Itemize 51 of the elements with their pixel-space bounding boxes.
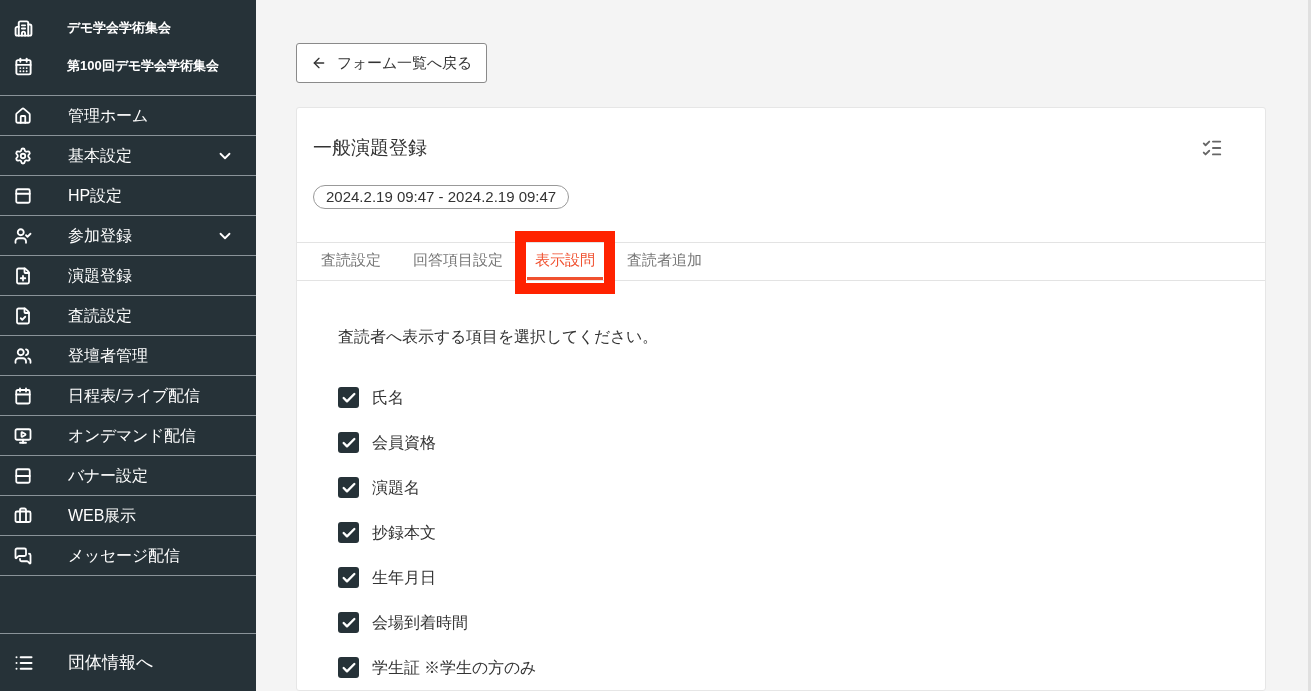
tab[interactable]: 回答項目設定 <box>405 243 511 280</box>
sidebar-item[interactable]: オンデマンド配信 <box>0 416 256 456</box>
organization-name: 第100回デモ学会学術集会 <box>67 57 219 76</box>
sidebar-item[interactable]: 登壇者管理 <box>0 336 256 376</box>
option-label: 抄録本文 <box>372 522 436 543</box>
calendar-icon <box>14 56 33 76</box>
form-title: 一般演題登録 <box>313 136 427 160</box>
user-check-icon <box>14 226 32 245</box>
option-label: 学生証 ※学生の方のみ <box>372 657 537 678</box>
sidebar-item[interactable]: 基本設定 <box>0 136 256 176</box>
sidebar-item[interactable]: バナー設定 <box>0 456 256 496</box>
back-button[interactable]: フォーム一覧へ戻る <box>296 43 487 83</box>
checkbox[interactable] <box>338 522 359 543</box>
sidebar-item[interactable]: 演題登録 <box>0 256 256 296</box>
checkbox[interactable] <box>338 387 359 408</box>
people-icon <box>14 346 32 365</box>
checkbox[interactable] <box>338 567 359 588</box>
option-label: 会員資格 <box>372 432 436 453</box>
document-plus-icon <box>14 266 32 285</box>
instruction-text: 査読者へ表示する項目を選択してください。 <box>338 327 659 347</box>
sidebar-item[interactable]: 団体情報へ <box>0 633 256 691</box>
briefcase-icon <box>14 506 32 525</box>
checkbox[interactable] <box>338 432 359 453</box>
chat-icon <box>14 546 32 565</box>
tab[interactable]: 査読設定 <box>313 243 389 280</box>
monitor-play-icon <box>14 426 32 445</box>
rows-icon <box>14 466 32 485</box>
checkbox[interactable] <box>338 612 359 633</box>
window-icon <box>14 186 32 205</box>
sidebar-item[interactable]: 管理ホーム <box>0 96 256 136</box>
sidebar-item[interactable]: WEB展示 <box>0 496 256 536</box>
option-label: 生年月日 <box>372 567 436 588</box>
arrow-left-icon <box>311 55 327 71</box>
settings-icon <box>14 146 32 165</box>
tab[interactable]: 表示設問 <box>527 243 603 280</box>
calendar-icon <box>14 386 32 405</box>
sidebar-item[interactable]: HP設定 <box>0 176 256 216</box>
home-icon <box>14 106 32 125</box>
document-check-icon <box>14 306 32 325</box>
checkbox[interactable] <box>338 657 359 678</box>
sidebar-item[interactable]: メッセージ配信 <box>0 536 256 576</box>
option-label: 氏名 <box>372 387 404 408</box>
option-label: 演題名 <box>372 477 420 498</box>
sidebar-item[interactable]: 査読設定 <box>0 296 256 336</box>
organization-name: デモ学会学術集会 <box>67 19 171 38</box>
checkbox[interactable] <box>338 477 359 498</box>
sidebar-item[interactable]: 参加登録 <box>0 216 256 256</box>
sidebar-item[interactable]: 日程表/ライブ配信 <box>0 376 256 416</box>
building-icon <box>14 18 33 38</box>
option-label: 会場到着時間 <box>372 612 468 633</box>
tab[interactable]: 査読者追加 <box>619 243 710 280</box>
